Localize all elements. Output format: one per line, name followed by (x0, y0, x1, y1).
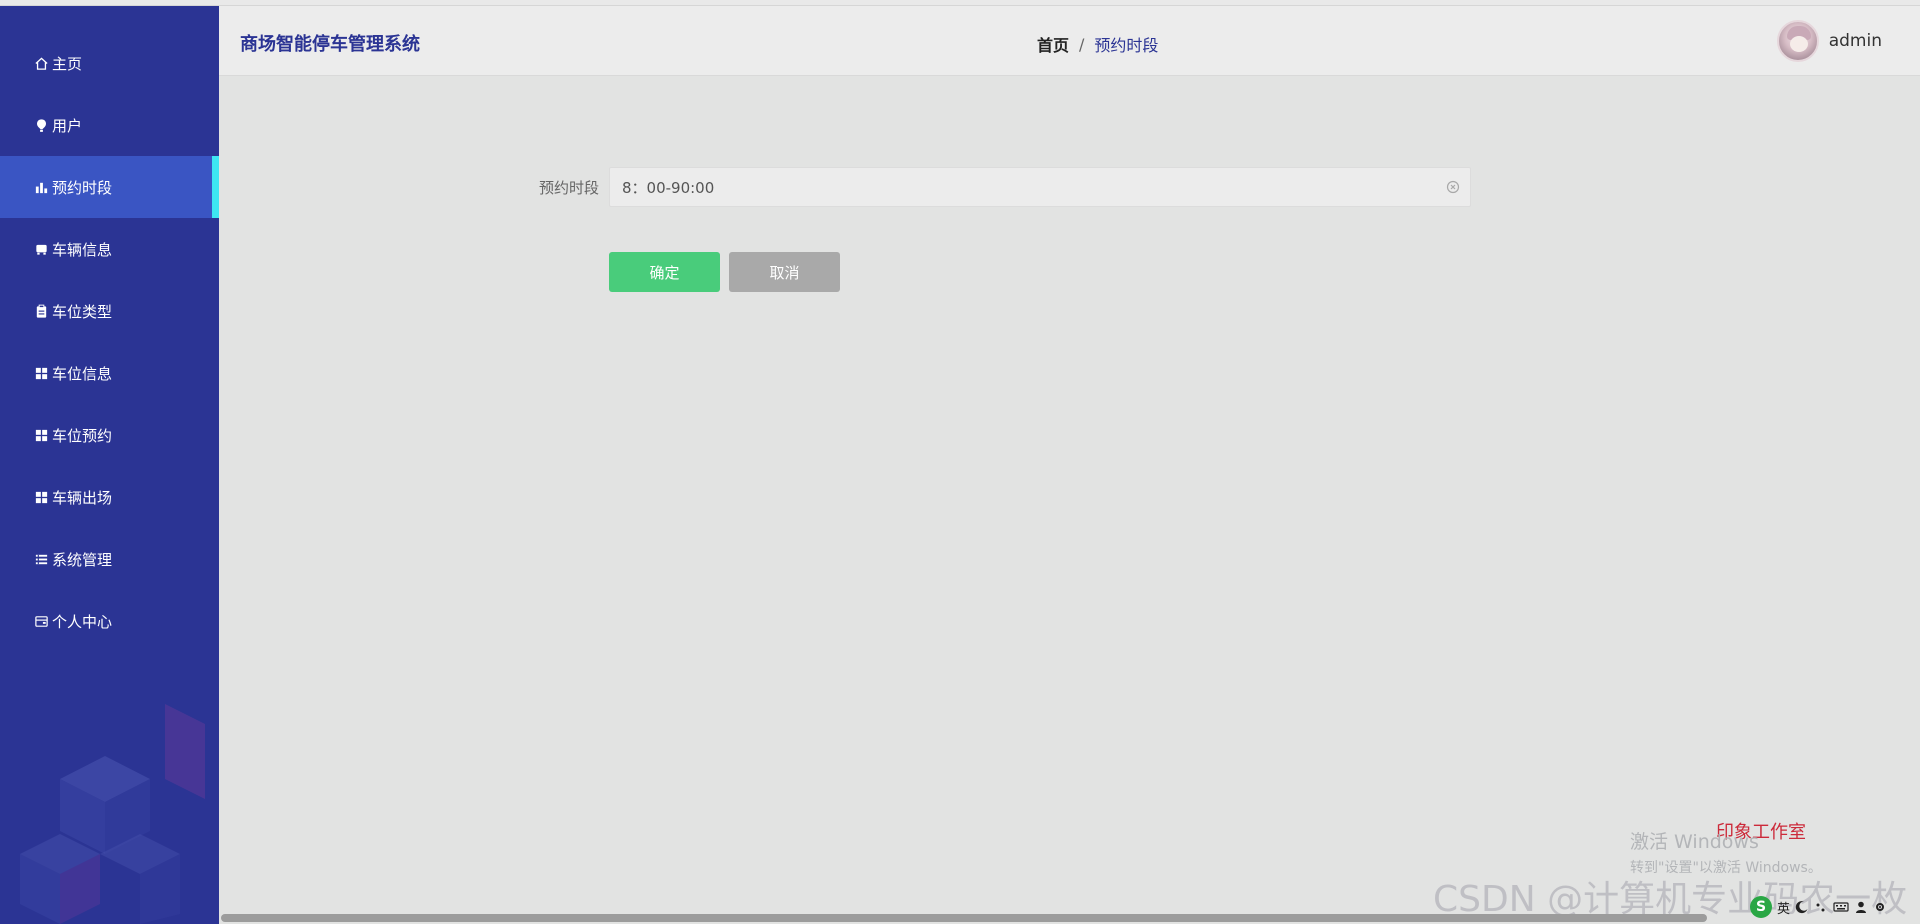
sidebar-item-vehicle-info[interactable]: 车辆信息 (0, 218, 219, 280)
sidebar-item-time-slot[interactable]: 预约时段 (0, 156, 219, 218)
confirm-button[interactable]: 确定 (609, 252, 720, 292)
system-tray: S 英 (1750, 896, 1887, 918)
sidebar-item-label: 车辆信息 (52, 240, 113, 259)
sidebar-item-label: 用户 (52, 116, 83, 135)
form-actions: 确定 取消 (609, 252, 840, 292)
time-slot-form-row: 预约时段 8：00-90:00 (539, 167, 1471, 207)
breadcrumb: 首页 / 预约时段 (1037, 32, 1158, 56)
car-icon (33, 241, 49, 257)
keyboard-icon[interactable] (1833, 900, 1849, 914)
ime-language[interactable]: 英 (1777, 898, 1790, 917)
time-slot-label: 预约时段 (539, 178, 600, 197)
home-icon (33, 55, 49, 71)
sidebar-item-space-reservation[interactable]: 车位预约 (0, 404, 219, 466)
moon-icon[interactable] (1795, 900, 1809, 914)
list-icon (33, 551, 49, 567)
sidebar: 主页 用户 预约时段 车辆信息 车位类型 车位信息 车位预约 车辆出场 系统管理… (0, 6, 219, 924)
sidebar-item-system-management[interactable]: 系统管理 (0, 528, 219, 590)
sidebar-item-label: 预约时段 (52, 178, 113, 197)
sidebar-decoration (20, 704, 205, 924)
sidebar-item-label: 系统管理 (52, 550, 113, 569)
wallet-icon (33, 613, 49, 629)
sidebar-item-personal-center[interactable]: 个人中心 (0, 590, 219, 652)
sidebar-item-home[interactable]: 主页 (0, 32, 219, 94)
sidebar-item-label: 主页 (52, 54, 83, 73)
pin-icon (33, 117, 49, 133)
app-title: 商场智能停车管理系统 (240, 34, 420, 55)
breadcrumb-separator: / (1079, 34, 1085, 54)
horizontal-scrollbar[interactable] (221, 914, 1707, 922)
sidebar-item-label: 车位预约 (52, 426, 113, 445)
username[interactable]: admin (1829, 31, 1882, 51)
sidebar-item-label: 车位信息 (52, 364, 113, 383)
sidebar-menu: 主页 用户 预约时段 车辆信息 车位类型 车位信息 车位预约 车辆出场 系统管理… (0, 32, 219, 652)
clear-icon[interactable] (1446, 180, 1460, 194)
breadcrumb-current: 预约时段 (1094, 36, 1159, 55)
sidebar-item-space-type[interactable]: 车位类型 (0, 280, 219, 342)
avatar[interactable] (1776, 20, 1819, 62)
grid-icon (33, 489, 49, 505)
ime-badge-icon[interactable]: S (1750, 896, 1772, 918)
sidebar-item-label: 个人中心 (52, 612, 113, 631)
user-menu[interactable]: admin (1776, 20, 1882, 62)
sidebar-item-users[interactable]: 用户 (0, 94, 219, 156)
clipboard-icon (33, 303, 49, 319)
activation-title: 激活 Windows (1630, 831, 1759, 853)
grid-icon (33, 427, 49, 443)
time-slot-value: 8：00-90:00 (622, 178, 715, 197)
user-tray-icon[interactable] (1854, 900, 1868, 914)
bar-chart-icon (33, 179, 49, 195)
time-slot-input[interactable]: 8：00-90:00 (609, 167, 1471, 207)
grid-icon (33, 365, 49, 381)
sidebar-item-label: 车位类型 (52, 302, 113, 321)
breadcrumb-home[interactable]: 首页 (1037, 32, 1069, 56)
cancel-button[interactable]: 取消 (729, 252, 840, 292)
sidebar-item-space-info[interactable]: 车位信息 (0, 342, 219, 404)
sidebar-item-label: 车辆出场 (52, 488, 113, 507)
top-header: 商场智能停车管理系统 首页 / 预约时段 admin (219, 6, 1920, 76)
settings-icon[interactable] (1873, 900, 1887, 914)
punctuation-icon[interactable] (1814, 900, 1828, 914)
sidebar-item-vehicle-exit[interactable]: 车辆出场 (0, 466, 219, 528)
